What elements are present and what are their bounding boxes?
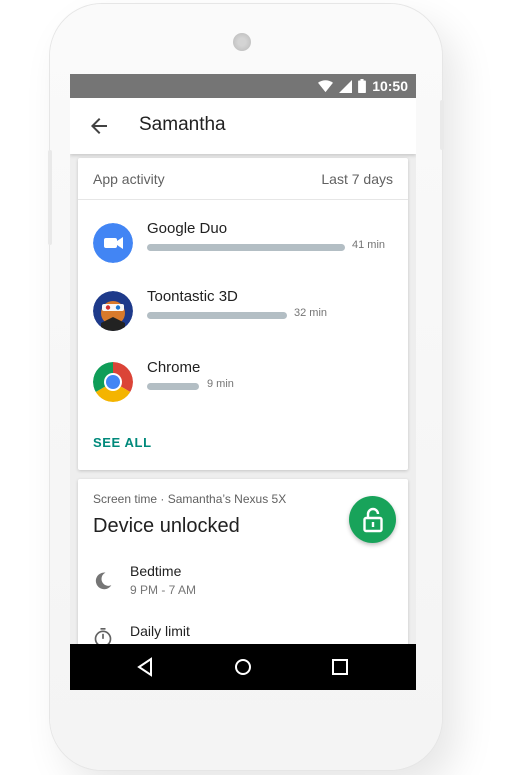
lock-open-icon	[363, 507, 383, 533]
recents-square-icon[interactable]	[330, 657, 350, 677]
schedule-time: 9 PM - 7 AM	[130, 583, 197, 597]
moon-icon	[95, 572, 112, 590]
schedule-name: Bedtime	[130, 563, 182, 579]
usage-time: 41 min	[352, 239, 386, 251]
app-name: Toontastic 3D	[147, 288, 238, 305]
app-name: Chrome	[147, 359, 201, 376]
status-time: 10:50	[372, 78, 408, 94]
app-activity-card: App activity Last 7 days Google Duo 41 m…	[78, 158, 408, 470]
page-title: Samantha	[139, 114, 226, 135]
arrow-back-icon[interactable]	[87, 114, 111, 138]
toontastic-icon	[93, 291, 133, 331]
home-circle-icon[interactable]	[233, 657, 253, 677]
chrome-icon	[93, 362, 133, 402]
app-row-toontastic[interactable]: Toontastic 3D 32 min	[78, 281, 408, 341]
usage-time: 9 min	[207, 378, 234, 390]
app-name: Google Duo	[147, 220, 228, 237]
app-activity-title: App activity	[93, 171, 165, 187]
front-speaker	[233, 33, 251, 51]
phone-screen: 10:50 Samantha App activity Last 7 days …	[70, 74, 416, 690]
battery-icon	[358, 79, 367, 93]
wifi-icon	[318, 79, 334, 92]
signal-icon	[339, 79, 353, 93]
screen-time-label: Screen time · Samantha’s Nexus 5X	[93, 492, 287, 506]
usage-bar	[147, 312, 287, 319]
period-selector[interactable]: Last 7 days	[321, 171, 393, 187]
phone-side-button	[48, 150, 52, 245]
status-bar: 10:50	[70, 74, 416, 98]
usage-time: 32 min	[294, 307, 328, 319]
navigation-bar	[70, 644, 416, 690]
app-bar: Samantha	[70, 98, 416, 154]
app-activity-header: App activity Last 7 days	[78, 158, 408, 200]
lock-toggle-button[interactable]	[349, 496, 396, 543]
usage-bar	[147, 383, 199, 390]
device-status: Device unlocked	[93, 515, 240, 537]
app-row-chrome[interactable]: Chrome 9 min	[78, 352, 408, 412]
usage-bar	[147, 244, 345, 251]
app-row-google-duo[interactable]: Google Duo 41 min	[78, 213, 408, 273]
see-all-button[interactable]: SEE ALL	[93, 435, 152, 450]
phone-side-button-right	[440, 100, 444, 150]
schedule-name: Daily limit	[130, 623, 190, 639]
google-duo-icon	[93, 223, 133, 263]
back-triangle-icon[interactable]	[136, 657, 156, 677]
